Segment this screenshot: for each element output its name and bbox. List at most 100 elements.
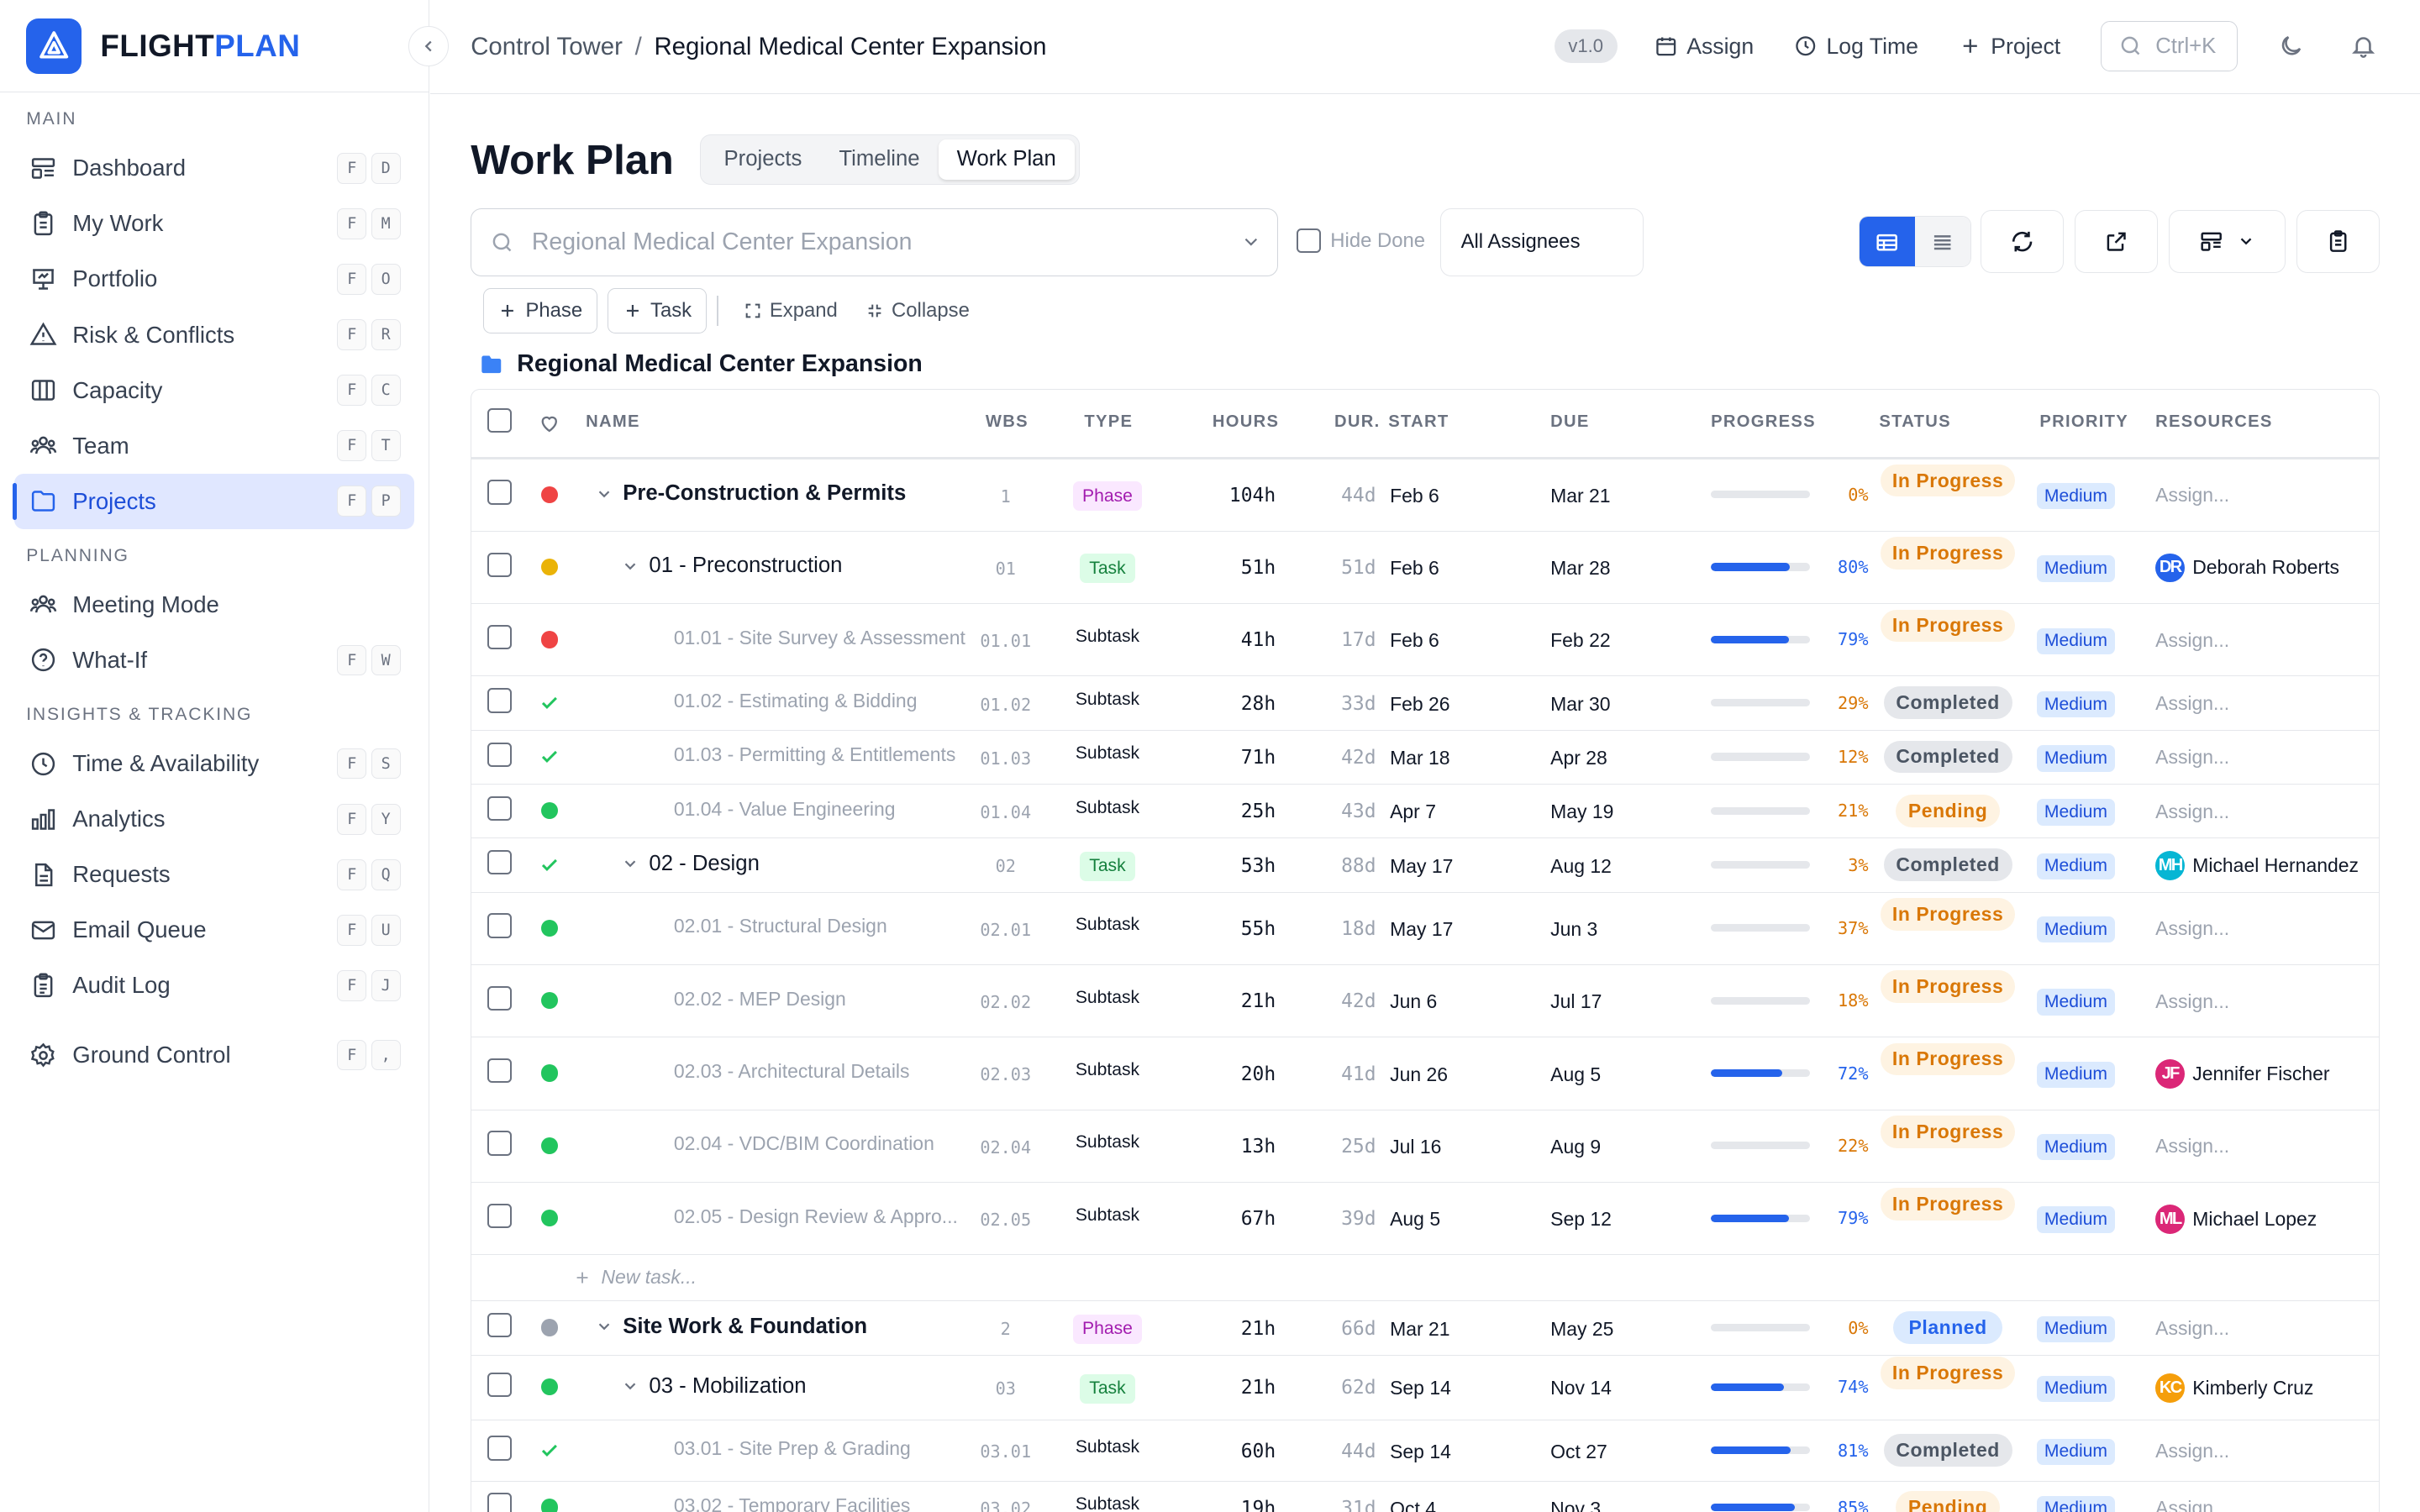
assigned-resource[interactable]: JF Jennifer Fischer [2155,1058,2330,1089]
assigned-resource[interactable]: KC Kimberly Cruz [2155,1373,2313,1404]
status-cell[interactable]: Completed [1881,686,2015,719]
assign-resource-button[interactable]: Assign... [2155,1436,2229,1467]
task-name[interactable]: 02 - Design [621,852,760,876]
due-date[interactable]: Feb 22 [1550,629,1610,652]
row-checkbox[interactable] [487,1203,512,1229]
priority-badge[interactable]: Medium [2036,1438,2116,1466]
sidebar-item-ground-control[interactable]: Ground Control F, [14,1027,415,1083]
collapse-all-button[interactable]: Collapse [865,299,970,323]
task-name[interactable]: 01.01 - Site Survey & Assessment [674,627,965,649]
due-date[interactable]: Nov 14 [1550,1377,1612,1399]
tab-work-plan[interactable]: Work Plan [938,139,1075,180]
column-header-priority[interactable]: PRIORITY [2039,412,2128,432]
start-date[interactable]: May 17 [1390,855,1453,878]
hours-value[interactable]: 21h [1197,990,1276,1012]
sidebar-item-what-if[interactable]: What-If F W [14,633,415,688]
status-cell[interactable]: Pending [1881,794,2015,827]
table-row[interactable]: 01.01 - Site Survey & Assessment 01.01 Sub… [471,604,2380,677]
column-header-duration[interactable]: DUR. [1334,412,1381,432]
status-cell[interactable]: Planned [1881,1311,2015,1344]
table-row[interactable]: 02.01 - Structural Design 02.01 Subtask 55h… [471,893,2380,965]
row-checkbox[interactable] [487,1436,512,1461]
priority-badge[interactable]: Medium [2036,1061,2116,1089]
assign-resource-button[interactable]: Assign... [2155,913,2229,944]
row-checkbox[interactable] [487,552,512,577]
hours-value[interactable]: 13h [1197,1136,1276,1158]
start-date[interactable]: Jun 26 [1390,1063,1448,1086]
task-name[interactable]: 03 - Mobilization [621,1374,807,1399]
column-header-resources[interactable]: RESOURCES [2155,412,2272,432]
sidebar-item-requests[interactable]: Requests F Q [14,847,415,902]
status-cell[interactable]: Pending [1881,1491,2015,1512]
due-date[interactable]: Mar 28 [1550,557,1610,580]
start-date[interactable]: Jun 6 [1390,990,1437,1013]
row-checkbox[interactable] [487,850,512,875]
row-checkbox[interactable] [487,985,512,1011]
task-name[interactable]: 01 - Preconstruction [621,554,842,578]
sidebar-item-time-and-availability[interactable]: Time & Availability F S [14,736,415,791]
sidebar-collapse-button[interactable] [408,26,449,66]
hours-value[interactable]: 21h [1197,1377,1276,1399]
column-header-wbs[interactable]: WBS [986,412,1028,432]
assign-resource-button[interactable]: Assign... [2155,1493,2229,1512]
priority-badge[interactable]: Medium [2036,916,2116,943]
due-date[interactable]: Aug 5 [1550,1063,1601,1086]
task-name[interactable]: 02.05 - Design Review & Appro... [674,1205,958,1228]
tab-timeline[interactable]: Timeline [820,139,938,179]
row-checkbox[interactable] [487,1493,512,1512]
chevron-down-icon[interactable] [621,854,639,873]
status-cell[interactable]: Completed [1881,1434,2015,1467]
list-view-button[interactable] [1914,217,1970,266]
project-group-header[interactable]: Regional Medical Center Expansion [480,350,923,378]
due-date[interactable]: Mar 30 [1550,693,1610,716]
priority-badge[interactable]: Medium [2036,799,2116,826]
flightplan-logo-icon[interactable] [26,18,82,74]
sidebar-item-capacity[interactable]: Capacity F C [14,363,415,418]
status-cell[interactable]: In Progress [1881,1116,2015,1148]
status-cell[interactable]: Completed [1881,740,2015,774]
start-date[interactable]: Mar 21 [1390,1318,1449,1341]
column-header-status[interactable]: STATUS [1879,412,1950,432]
start-date[interactable]: Oct 4 [1390,1498,1436,1512]
assign-resource-button[interactable]: Assign... [2155,625,2229,656]
priority-badge[interactable]: Medium [2036,1495,2116,1512]
task-name[interactable]: 02.04 - VDC/BIM Coordination [674,1132,934,1155]
select-all-checkbox[interactable] [487,407,512,433]
table-row[interactable]: 01.02 - Estimating & Bidding 01.02 Subtask… [471,676,2380,731]
project-select[interactable]: Regional Medical Center Expansion [471,207,1278,276]
status-cell[interactable]: In Progress [1881,609,2015,643]
table-row[interactable]: 02.02 - MEP Design 02.02 Subtask 21h 42d Jun … [471,965,2380,1038]
log-time-button[interactable]: Log Time [1794,34,1918,60]
table-row[interactable]: 02 - Design 02 Task 53h 88d May 17 Aug 12 3% Com… [471,838,2380,893]
start-date[interactable]: Apr 7 [1390,801,1436,823]
due-date[interactable]: Apr 28 [1550,747,1607,769]
due-date[interactable]: Jun 3 [1550,918,1597,941]
status-cell[interactable]: In Progress [1881,1188,2015,1221]
table-row[interactable]: 03.01 - Site Prep & Grading 03.01 Subtask 6… [471,1420,2380,1483]
row-checkbox[interactable] [487,1131,512,1156]
hours-value[interactable]: 25h [1197,801,1276,822]
hours-value[interactable]: 21h [1197,1318,1276,1340]
table-row[interactable]: 02.04 - VDC/BIM Coordination 02.04 Subtask… [471,1110,2380,1183]
start-date[interactable]: Sep 14 [1390,1377,1451,1399]
task-name[interactable]: Site Work & Foundation [595,1315,867,1339]
table-row[interactable]: 02.05 - Design Review & Appro... 02.05 Sub… [471,1183,2380,1256]
chevron-down-icon[interactable] [621,1377,639,1395]
priority-badge[interactable]: Medium [2036,989,2116,1016]
column-header-hours[interactable]: HOURS [1213,412,1279,432]
task-name[interactable]: 01.04 - Value Engineering [674,798,896,821]
start-date[interactable]: Feb 6 [1390,557,1439,580]
row-checkbox[interactable] [487,1313,512,1338]
due-date[interactable]: Aug 12 [1550,855,1612,878]
sidebar-item-projects[interactable]: Projects F P [12,473,415,529]
row-checkbox[interactable] [487,1372,512,1398]
row-checkbox[interactable] [487,1058,512,1084]
sidebar-item-portfolio[interactable]: Portfolio F O [14,251,415,307]
add-task-button[interactable]: Task [608,288,707,333]
assign-button[interactable]: Assign [1655,34,1754,60]
column-header-due[interactable]: DUE [1550,412,1589,432]
row-checkbox[interactable] [487,688,512,713]
priority-badge[interactable]: Medium [2036,555,2116,582]
column-header-name[interactable]: NAME [586,412,640,432]
due-date[interactable]: Mar 21 [1550,485,1610,507]
